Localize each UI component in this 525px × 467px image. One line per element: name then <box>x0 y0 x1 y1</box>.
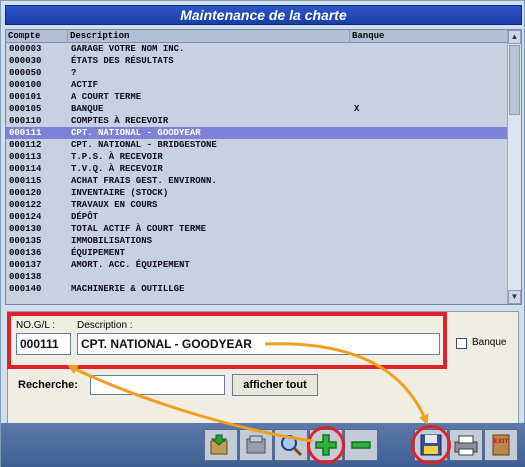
table-row[interactable]: 000111 CPT. NATIONAL - GOODYEAR <box>6 127 509 139</box>
cell-desc: BANQUE <box>71 104 104 114</box>
cell-code: 000122 <box>9 200 42 210</box>
accounts-grid[interactable]: Compte Description Banque 000003 GARAGE V… <box>5 29 522 305</box>
cell-code: 000030 <box>9 56 42 66</box>
table-row[interactable]: 000003 GARAGE VOTRE NOM INC. <box>6 43 509 55</box>
table-row[interactable]: 000130 TOTAL ACTIF À COURT TERME <box>6 223 509 235</box>
scroll-down-icon[interactable]: ▼ <box>508 290 521 304</box>
vertical-scrollbar[interactable]: ▲ ▼ <box>507 30 521 304</box>
cell-desc: INVENTAIRE (STOCK) <box>71 188 169 198</box>
cell-desc: CPT. NATIONAL - GOODYEAR <box>71 128 201 138</box>
table-row[interactable]: 000101 A COURT TERME <box>6 91 509 103</box>
cell-code: 000115 <box>9 176 42 186</box>
exit-icon[interactable]: EXIT <box>484 429 518 461</box>
cell-bank: X <box>354 104 360 114</box>
cell-desc: ACHAT FRAIS GEST. ENVIRONN. <box>71 176 217 186</box>
header-code[interactable]: Compte <box>6 30 68 43</box>
header-bank[interactable]: Banque <box>350 30 509 43</box>
cell-code: 000130 <box>9 224 42 234</box>
table-row[interactable]: 000100 ACTIF <box>6 79 509 91</box>
cell-desc: ÉTATS DES RÉSULTATS <box>71 56 174 66</box>
table-row[interactable]: 000105 BANQUE X <box>6 103 509 115</box>
search-label: Recherche: <box>18 379 78 391</box>
cell-code: 000114 <box>9 164 42 174</box>
grid-header: Compte Description Banque <box>6 30 509 43</box>
cell-desc: ÉQUIPEMENT <box>71 248 126 258</box>
cell-code: 000140 <box>9 284 42 294</box>
table-row[interactable]: 000135 IMMOBILISATIONS <box>6 235 509 247</box>
cell-code: 000113 <box>9 152 42 162</box>
cell-desc: TOTAL ACTIF À COURT TERME <box>71 224 207 234</box>
exit-text: EXIT <box>493 438 509 445</box>
edit-icon[interactable] <box>239 429 273 461</box>
cell-code: 000138 <box>9 272 42 282</box>
cell-desc: COMPTES À RECEVOIR <box>71 116 169 126</box>
cell-code: 000110 <box>9 116 42 126</box>
cell-code: 000003 <box>9 44 42 54</box>
cell-code: 000111 <box>9 128 42 138</box>
table-row[interactable]: 000120 INVENTAIRE (STOCK) <box>6 187 509 199</box>
cell-desc: ACTIF <box>71 80 99 90</box>
table-row[interactable]: 000114 T.V.Q. À RECEVOIR <box>6 163 509 175</box>
cell-desc: TRAVAUX EN COURS <box>71 200 158 210</box>
search-icon[interactable] <box>274 429 308 461</box>
table-row[interactable]: 000050? <box>6 67 509 79</box>
table-row[interactable]: 000136 ÉQUIPEMENT <box>6 247 509 259</box>
table-row[interactable]: 000124 DÉPÔT <box>6 211 509 223</box>
cell-desc: MACHINERIE & OUTILLGE <box>71 284 185 294</box>
search-input[interactable] <box>90 375 225 395</box>
cell-code: 000124 <box>9 212 42 222</box>
bank-checkbox[interactable] <box>456 338 467 349</box>
add-highlight-circle <box>307 426 345 464</box>
show-all-button[interactable]: afficher tout <box>232 374 318 396</box>
table-row[interactable]: 000140 MACHINERIE & OUTILLGE <box>6 283 509 295</box>
cell-code: 000137 <box>9 260 42 270</box>
remove-icon[interactable] <box>344 429 378 461</box>
cell-desc: T.P.S. À RECEVOIR <box>71 152 163 162</box>
cell-code: 000112 <box>9 140 42 150</box>
cell-code: 000105 <box>9 104 42 114</box>
header-description[interactable]: Description <box>68 30 350 43</box>
cell-desc: AMORT. ACC. ÉQUIPEMENT <box>71 260 190 270</box>
table-row[interactable]: 000113 T.P.S. À RECEVOIR <box>6 151 509 163</box>
cell-code: 000100 <box>9 80 42 90</box>
cell-desc: A COURT TERME <box>71 92 142 102</box>
window: Maintenance de la charte Compte Descript… <box>0 0 525 467</box>
cell-desc: GARAGE VOTRE NOM INC. <box>71 44 185 54</box>
transfer-icon[interactable] <box>204 429 238 461</box>
cell-code: 000120 <box>9 188 42 198</box>
table-row[interactable]: 000122 TRAVAUX EN COURS <box>6 199 509 211</box>
save-highlight-circle <box>411 425 451 465</box>
table-row[interactable]: 000110 COMPTES À RECEVOIR <box>6 115 509 127</box>
print-icon[interactable] <box>449 429 483 461</box>
grid-rows: 000003 GARAGE VOTRE NOM INC. 000030 ÉTATS D… <box>6 43 509 295</box>
scroll-up-icon[interactable]: ▲ <box>508 30 521 44</box>
table-row[interactable]: 000115 ACHAT FRAIS GEST. ENVIRONN. <box>6 175 509 187</box>
cell-code: 000101 <box>9 92 42 102</box>
cell-code: 000136 <box>9 248 42 258</box>
table-row[interactable]: 000138 <box>6 271 509 283</box>
window-title: Maintenance de la charte <box>5 5 522 25</box>
bank-label: Banque <box>472 337 507 348</box>
table-row[interactable]: 000137 AMORT. ACC. ÉQUIPEMENT <box>6 259 509 271</box>
cell-desc: ? <box>71 68 77 78</box>
table-row[interactable]: 000112 CPT. NATIONAL - BRIDGESTONE <box>6 139 509 151</box>
scroll-thumb[interactable] <box>509 45 520 115</box>
cell-code: 000135 <box>9 236 42 246</box>
highlight-box <box>7 312 447 369</box>
cell-desc: DÉPÔT <box>71 212 99 222</box>
table-row[interactable]: 000030 ÉTATS DES RÉSULTATS <box>6 55 509 67</box>
cell-desc: IMMOBILISATIONS <box>71 236 153 246</box>
cell-desc: T.V.Q. À RECEVOIR <box>71 164 163 174</box>
cell-code: 000050 <box>9 68 42 78</box>
cell-desc: CPT. NATIONAL - BRIDGESTONE <box>71 140 217 150</box>
